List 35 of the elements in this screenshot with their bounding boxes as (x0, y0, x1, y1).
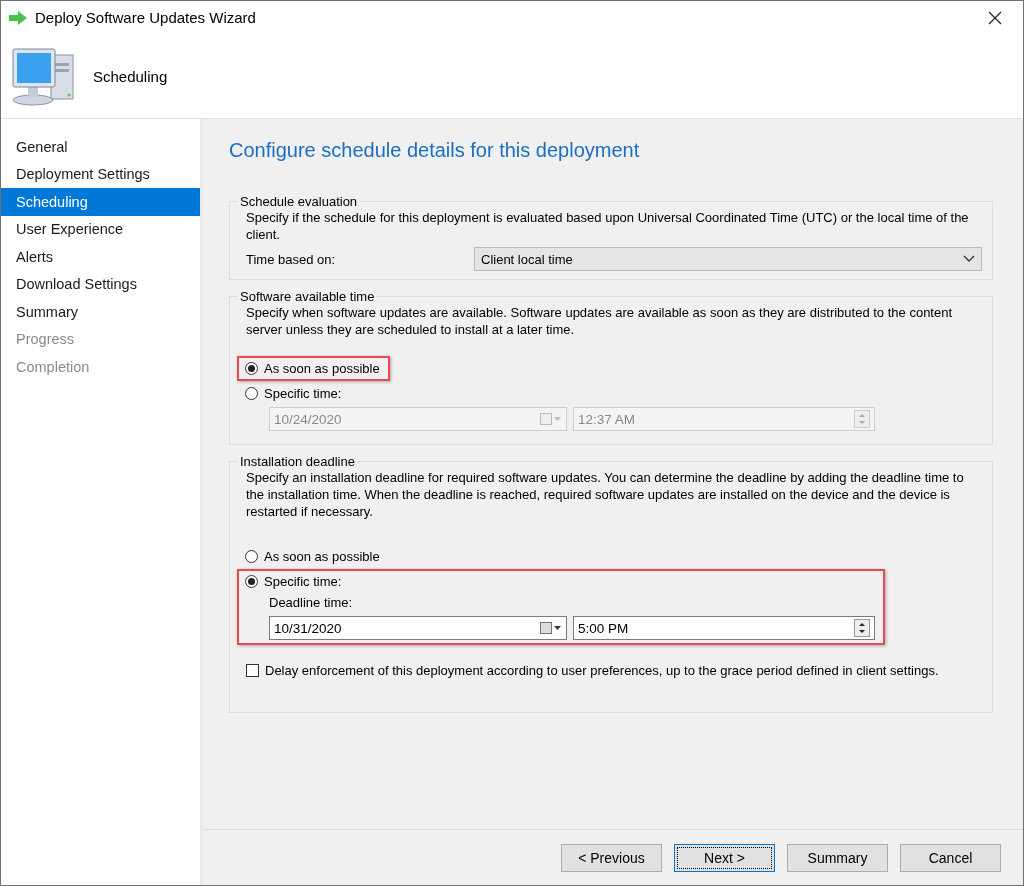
checkbox-option[interactable]: Delay enforcement of this deployment according to user preferences, up to the grace period defined in client settings. (246, 663, 982, 678)
sidebar-item[interactable]: Deployment Settings (1, 160, 200, 188)
chevron-down-icon (963, 255, 975, 263)
wizard-button[interactable]: < Previous (561, 843, 662, 872)
wizard-button[interactable]: Summary (787, 843, 888, 872)
field-label: Time based on: (246, 251, 336, 267)
sidebar-item[interactable]: Scheduling (1, 188, 200, 216)
description: Specify when software updates are available. Software updates are available as soon as they are distributed to the content server unless they are scheduled to install at a later time. (246, 304, 954, 338)
group-title: Schedule evaluation (239, 194, 359, 209)
wizard-button[interactable]: Next > (674, 843, 775, 872)
computer-icon (11, 45, 77, 107)
header-title: Scheduling (93, 67, 168, 85)
description: Specify an installation deadline for required software updates. You can determine the deadline by adding the deadline time to the installation time. When the deadline is reached, required software updates are installed on the device and the device is restarted if necessary. (246, 469, 965, 520)
radio-option[interactable]: As soon as possible (245, 549, 380, 564)
spin-buttons-icon[interactable] (854, 619, 870, 637)
group-title: Software available time (239, 289, 376, 304)
sidebar-item[interactable]: Download Settings (1, 270, 200, 298)
page-title: Configure schedule details for this deployment (229, 139, 641, 162)
radio-option[interactable]: As soon as possible (245, 361, 380, 376)
window-title: Deploy Software Updates Wizard (35, 9, 257, 26)
calendar-dropdown-icon[interactable] (540, 622, 562, 634)
sidebar-item[interactable]: General (1, 133, 200, 161)
sidebar-item[interactable]: Alerts (1, 243, 200, 271)
time-field[interactable]: 5:00 PM (573, 616, 875, 640)
wizard-button[interactable]: Cancel (900, 843, 1001, 872)
sidebar-item[interactable]: Summary (1, 298, 200, 326)
dropdown[interactable]: Client local time (474, 247, 982, 271)
field-label: Deadline time: (268, 595, 354, 610)
arrow-icon (9, 10, 27, 25)
date-field[interactable]: 10/31/2020 (269, 616, 567, 640)
description: Specify if the schedule for this deployment is evaluated based upon Universal Coordinated Time (UTC) or the local time of the client. (246, 209, 970, 243)
group-title: Installation deadline (239, 454, 356, 469)
close-icon (988, 10, 1002, 25)
sidebar-item[interactable]: User Experience (1, 215, 200, 243)
radio-option[interactable]: Specific time: (245, 574, 875, 589)
